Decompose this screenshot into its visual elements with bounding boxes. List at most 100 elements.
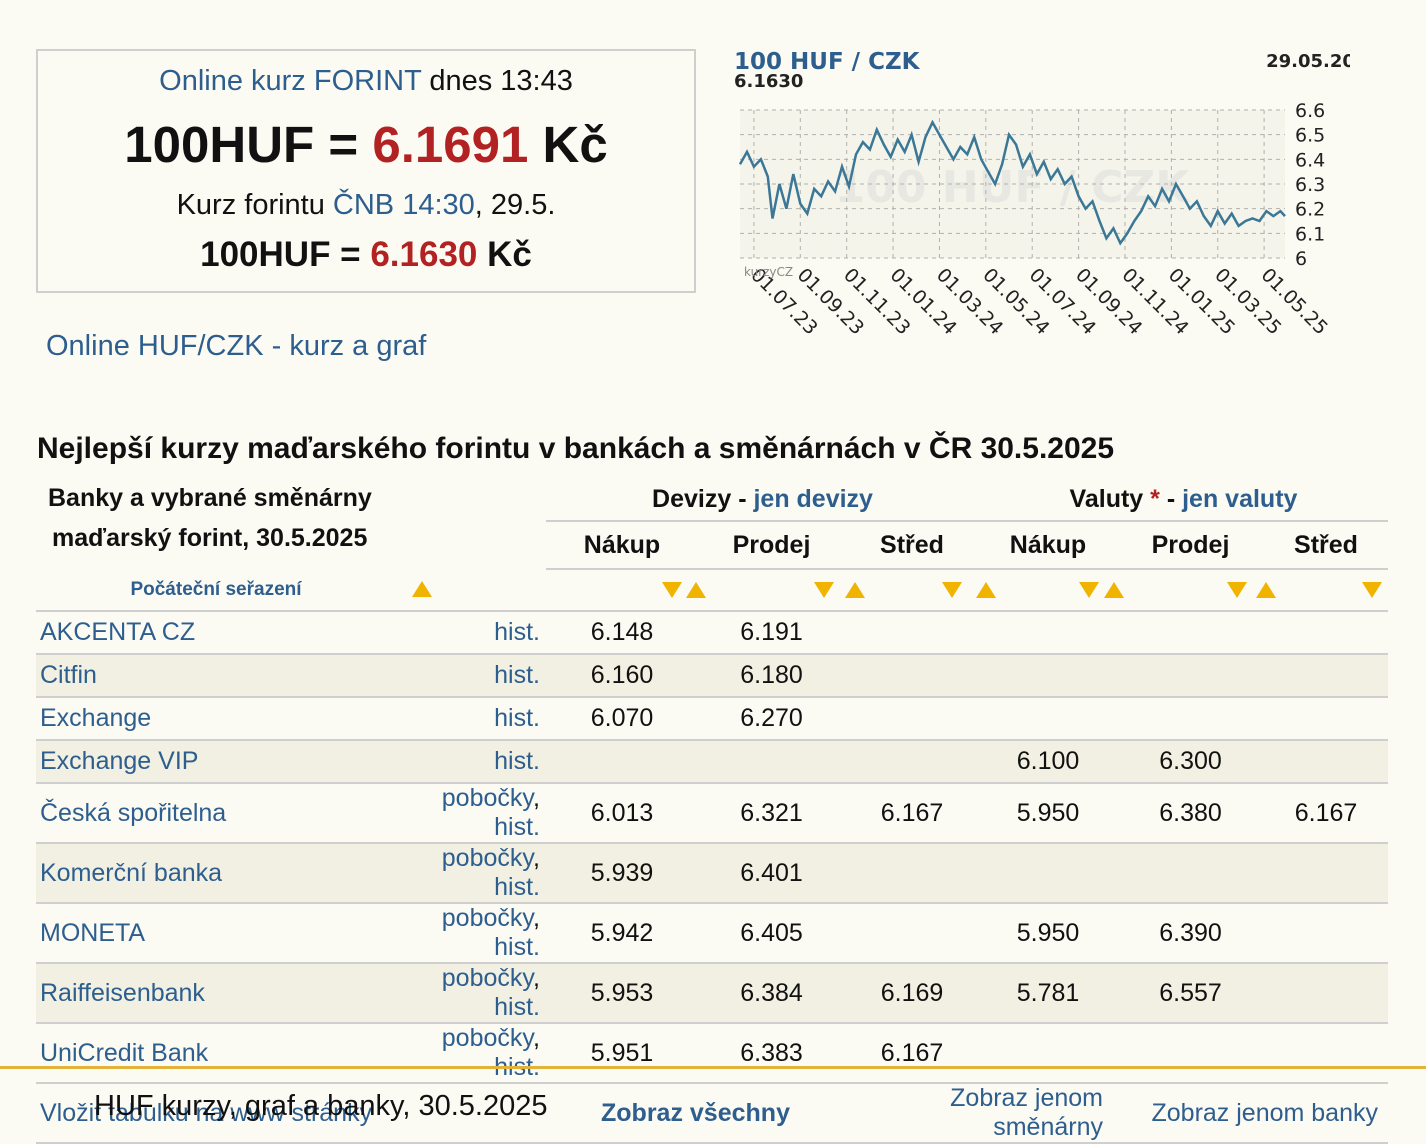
- sort-desc-devizy-nakup-icon[interactable]: [662, 582, 682, 598]
- rate-valuty-nakup: [979, 1023, 1117, 1084]
- rate-valuty-stred: 6.167: [1264, 783, 1388, 844]
- bank-name-link[interactable]: Komerční banka: [40, 859, 222, 887]
- online-rate-link[interactable]: Online kurz FORINT: [159, 65, 421, 97]
- rate-valuty-stred: [1264, 697, 1388, 741]
- rate-valuty-stred: [1264, 654, 1388, 698]
- col-valuty-stred: Střed: [1264, 521, 1388, 570]
- bank-name-link[interactable]: UniCredit Bank: [40, 1039, 208, 1067]
- history-link[interactable]: hist.: [494, 813, 540, 841]
- bank-name-link[interactable]: MONETA: [40, 919, 145, 947]
- history-link[interactable]: hist.: [494, 618, 540, 646]
- rate-valuty-prodej: 6.300: [1117, 740, 1264, 784]
- bank-name-link[interactable]: Česká spořitelna: [40, 799, 226, 827]
- bank-name-link[interactable]: Exchange VIP: [40, 747, 198, 775]
- rate-devizy-prodej: 6.384: [698, 963, 845, 1024]
- bank-name-link[interactable]: Exchange: [40, 704, 151, 732]
- y-tick-label: 6.5: [1295, 125, 1325, 147]
- footer-text: HUF kurzy, graf a banky, 30.5.2025: [94, 1090, 548, 1122]
- history-link[interactable]: hist.: [494, 873, 540, 901]
- branches-link[interactable]: pobočky: [442, 964, 533, 992]
- rate-valuty-nakup: 5.950: [979, 903, 1117, 964]
- bank-name-link[interactable]: Citfin: [40, 661, 97, 689]
- history-link[interactable]: hist.: [494, 933, 540, 961]
- history-link[interactable]: hist.: [494, 661, 540, 689]
- table-row: UniCredit Bank pobočky, hist. 5.951 6.383 6.…: [36, 1023, 1388, 1084]
- history-link[interactable]: hist.: [494, 704, 540, 732]
- y-tick-label: 6.6: [1295, 100, 1325, 122]
- history-link[interactable]: hist.: [494, 993, 540, 1021]
- rate-valuty-prodej: [1117, 611, 1264, 655]
- x-axis-ticks: 01.07.2301.09.2301.11.2301.01.2401.03.24…: [746, 264, 1332, 339]
- table-row: Citfin hist. 6.160 6.180: [36, 654, 1388, 698]
- table-row: Česká spořitelna pobočky, hist. 6.013 6.321…: [36, 783, 1388, 844]
- y-tick-label: 6.1: [1295, 223, 1325, 245]
- sort-desc-valuty-nakup-icon[interactable]: [1079, 582, 1099, 598]
- rate-devizy-stred: 6.169: [845, 963, 979, 1024]
- sort-asc-devizy-nakup-icon[interactable]: [412, 581, 432, 597]
- y-axis-ticks: 6.6 6.56.4 6.3 6.26.1 6: [1295, 100, 1325, 270]
- rate-valuty-stred: [1264, 843, 1388, 904]
- chart-subtitle: 6.1630: [734, 71, 803, 92]
- only-devizy-link[interactable]: jen devizy: [753, 485, 873, 513]
- rate-valuty-nakup: [979, 697, 1117, 741]
- y-tick-label: 6.2: [1295, 199, 1325, 221]
- sort-desc-valuty-stred-icon[interactable]: [1362, 582, 1382, 598]
- huf-czk-chart[interactable]: 100 HUF / CZK 6.1630 29.05.2025 100 HUF …: [730, 44, 1350, 354]
- sort-desc-devizy-stred-icon[interactable]: [942, 582, 962, 598]
- rate-valuty-nakup: 5.781: [979, 963, 1117, 1024]
- rate-devizy-prodej: 6.270: [698, 697, 845, 741]
- chart-logo: kurzyCZ: [744, 265, 793, 279]
- col-valuty-nakup: Nákup: [979, 521, 1117, 570]
- table-row: Raiffeisenbank pobočky, hist. 5.953 6.384 6.…: [36, 963, 1388, 1024]
- rate-valuty-prodej: 6.390: [1117, 903, 1264, 964]
- rate-devizy-nakup: 6.070: [546, 697, 698, 741]
- branches-link[interactable]: pobočky: [442, 784, 533, 812]
- online-huf-czk-link[interactable]: Online HUF/CZK - kurz a graf: [46, 330, 426, 363]
- show-banks-link[interactable]: Zobraz jenom banky: [1151, 1099, 1378, 1127]
- bank-name-link[interactable]: Raiffeisenbank: [40, 979, 205, 1007]
- show-all-link[interactable]: Zobraz všechny: [601, 1099, 790, 1127]
- rate-valuty-nakup: 5.950: [979, 783, 1117, 844]
- chart-date: 29.05.2025: [1266, 51, 1350, 72]
- y-tick-label: 6.4: [1295, 149, 1325, 171]
- rate-devizy-nakup: 5.939: [546, 843, 698, 904]
- rate-valuty-prodej: [1117, 1023, 1264, 1084]
- rate-valuty-prodej: [1117, 697, 1264, 741]
- rate-devizy-stred: [845, 740, 979, 784]
- only-valuty-link[interactable]: jen valuty: [1182, 485, 1297, 513]
- group-devizy: Devizy - jen devizy: [546, 478, 979, 522]
- table-row: MONETA pobočky, hist. 5.942 6.405 5.950 6.390: [36, 903, 1388, 964]
- rate-devizy-nakup: [546, 740, 698, 784]
- online-rate-heading: Online kurz FORINT dnes 13:43: [159, 65, 573, 97]
- bank-name-link[interactable]: AKCENTA CZ: [40, 618, 195, 646]
- rate-valuty-prodej: 6.557: [1117, 963, 1264, 1024]
- history-link[interactable]: hist.: [494, 747, 540, 775]
- sort-desc-valuty-prodej-icon[interactable]: [1227, 582, 1247, 598]
- rate-devizy-nakup: 5.942: [546, 903, 698, 964]
- cnb-link[interactable]: ČNB 14:30: [333, 189, 475, 221]
- table-row: Komerční banka pobočky, hist. 5.939 6.401: [36, 843, 1388, 904]
- initial-sort-link[interactable]: Počáteční seřazení: [130, 579, 301, 600]
- online-rate-value: 100HUF = 6.1691 Kč: [124, 116, 608, 173]
- rate-valuty-prodej: [1117, 654, 1264, 698]
- sort-desc-devizy-prodej-icon[interactable]: [814, 582, 834, 598]
- rate-devizy-stred: [845, 654, 979, 698]
- branches-link[interactable]: pobočky: [442, 1024, 533, 1052]
- branches-link[interactable]: pobočky: [442, 904, 533, 932]
- rate-valuty-prodej: [1117, 843, 1264, 904]
- rate-valuty-stred: [1264, 740, 1388, 784]
- rate-box: Online kurz FORINT dnes 13:43 100HUF = 6…: [36, 49, 696, 293]
- chart-watermark: 100 HUF / CZK: [835, 162, 1192, 213]
- rate-devizy-nakup: 6.160: [546, 654, 698, 698]
- col-devizy-nakup: Nákup: [546, 521, 698, 570]
- rate-devizy-prodej: 6.383: [698, 1023, 845, 1084]
- group-valuty: Valuty * - jen valuty: [979, 478, 1388, 522]
- branches-link[interactable]: pobočky: [442, 844, 533, 872]
- rate-valuty-prodej: 6.380: [1117, 783, 1264, 844]
- rate-devizy-prodej: 6.191: [698, 611, 845, 655]
- table-row: Exchange hist. 6.070 6.270: [36, 697, 1388, 741]
- col-devizy-prodej: Prodej: [698, 521, 845, 570]
- rate-devizy-nakup: 5.953: [546, 963, 698, 1024]
- show-exchanges-link[interactable]: Zobraz jenom směnárny: [950, 1084, 1103, 1141]
- rate-valuty-nakup: [979, 654, 1117, 698]
